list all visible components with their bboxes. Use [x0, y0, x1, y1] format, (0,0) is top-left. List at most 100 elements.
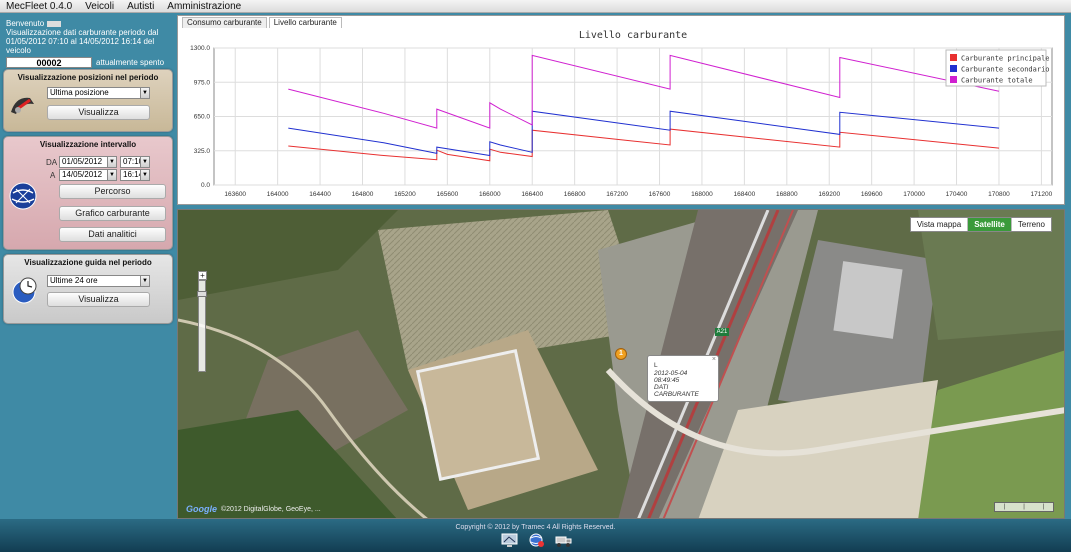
x-tick-label: 167600	[649, 191, 671, 198]
sidebar: Benvenuto Visualizzazione dati carburant…	[0, 14, 176, 519]
positions-select-value: Ultima posizione	[50, 88, 109, 97]
legend-entry: Carburante principale	[961, 55, 1050, 63]
chevron-down-icon: ▼	[140, 170, 149, 180]
chart-panel: Consumo carburante Livello carburante Li…	[177, 15, 1065, 205]
map-imagery	[178, 210, 1064, 518]
chevron-down-icon: ▼	[107, 157, 116, 167]
from-date-value: 01/05/2012	[62, 157, 103, 166]
globe-icon	[9, 182, 37, 210]
chevron-down-icon: ▼	[140, 157, 149, 167]
map-type-satellite[interactable]: Satellite	[967, 218, 1011, 231]
menu-item-veicoli[interactable]: Veicoli	[85, 1, 114, 12]
x-tick-label: 166400	[521, 191, 543, 198]
app-title: MecFleet 0.4.0	[6, 0, 73, 12]
tab-consumo-carburante[interactable]: Consumo carburante	[182, 17, 267, 28]
copyright-text: Copyright © 2012 by Tramec 4 All Rights …	[455, 524, 616, 531]
attribution-text: ©2012 DigitalGlobe, GeoEye, ...	[221, 505, 321, 513]
x-tick-label: 166000	[479, 191, 501, 198]
positions-panel: Visualizzazione posizioni nel periodo Ul…	[3, 69, 173, 132]
menu-item-amministrazione[interactable]: Amministrazione	[167, 1, 241, 12]
x-tick-label: 165600	[437, 191, 459, 198]
x-tick-label: 169600	[861, 191, 883, 198]
driving-panel: Visualizzazione guida nel periodo Ultime…	[3, 254, 173, 324]
zoom-in-icon[interactable]: +	[198, 271, 207, 280]
to-time-field[interactable]: 16:14 ▼	[120, 169, 150, 181]
scale-tick: |	[1042, 504, 1045, 510]
info-timestamp: 2012-05-04 08:49:45	[654, 370, 688, 384]
x-tick-label: 163600	[224, 191, 246, 198]
vehicle-code: 00002	[6, 57, 92, 68]
positions-visualizza-button[interactable]: Visualizza	[47, 105, 150, 120]
to-date-field[interactable]: 14/05/2012 ▼	[59, 169, 117, 181]
grafico-carburante-button[interactable]: Grafico carburante	[59, 206, 166, 221]
x-tick-label: 168000	[691, 191, 713, 198]
truck-icon[interactable]	[555, 533, 572, 548]
map-scale: | | |	[994, 502, 1054, 512]
positions-select[interactable]: Ultima posizione ▼	[47, 87, 150, 99]
x-tick-label: 166800	[564, 191, 586, 198]
x-tick-label: 164000	[267, 191, 289, 198]
monitor-icon[interactable]	[501, 533, 518, 548]
welcome-box: Benvenuto Visualizzazione dati carburant…	[3, 17, 173, 68]
y-tick-label: 325.0	[194, 148, 211, 155]
x-tick-label: 168400	[734, 191, 756, 198]
info-line1: L	[654, 362, 658, 369]
driving-panel-title: Visualizzazione guida nel periodo	[24, 258, 152, 267]
dati-analitici-button[interactable]: Dati analitici	[59, 227, 166, 242]
map-type-terreno[interactable]: Terreno	[1010, 218, 1051, 231]
user-name	[46, 20, 61, 27]
to-label: A	[50, 171, 56, 180]
zoom-slider-handle[interactable]	[197, 291, 207, 297]
from-time-field[interactable]: 07:10 ▼	[120, 156, 150, 168]
scale-tick: |	[1003, 504, 1006, 510]
chevron-down-icon: ▼	[140, 276, 149, 286]
fuel-level-chart: Livello carburante 163600 164000 164400 1648…	[190, 30, 1053, 198]
vehicle-status: attualmente spento	[96, 58, 165, 67]
chart-tabs: Consumo carburante Livello carburante	[182, 17, 342, 28]
legend-swatch	[950, 76, 957, 83]
close-icon[interactable]: ×	[712, 356, 716, 363]
map-attribution: Google ©2012 DigitalGlobe, GeoEye, ...	[186, 504, 321, 514]
x-tick-label: 165200	[394, 191, 416, 198]
interval-panel-title: Visualizzazione intervallo	[39, 140, 137, 149]
chart-title: Livello carburante	[579, 30, 687, 41]
legend-entry: Carburante secondario	[961, 66, 1050, 74]
x-tick-label: 170000	[903, 191, 925, 198]
scale-tick: |	[1023, 504, 1025, 510]
y-tick-label: 975.0	[194, 79, 211, 86]
menu-item-autisti[interactable]: Autisti	[127, 1, 154, 12]
legend-swatch	[950, 65, 957, 72]
x-tick-label: 168800	[776, 191, 798, 198]
driving-select-value: Ultime 24 ore	[50, 276, 98, 285]
satellite-map[interactable]: Vista mappa Satellite Terreno + A21 1 × …	[177, 209, 1065, 519]
globe-network-icon[interactable]	[528, 533, 545, 548]
driving-visualizza-button[interactable]: Visualizza	[47, 292, 150, 307]
x-tick-label: 167200	[606, 191, 628, 198]
y-tick-label: 650.0	[194, 114, 211, 121]
map-type-control: Vista mappa Satellite Terreno	[909, 217, 1052, 232]
driving-select[interactable]: Ultime 24 ore ▼	[47, 275, 150, 287]
menu-bar: MecFleet 0.4.0 Veicoli Autisti Amministr…	[0, 0, 1071, 13]
map-type-vista-mappa[interactable]: Vista mappa	[911, 218, 967, 231]
map-marker[interactable]: 1	[615, 348, 627, 360]
interval-panel: Visualizzazione intervallo DA 01/05/2012…	[3, 136, 173, 250]
tab-livello-carburante[interactable]: Livello carburante	[268, 17, 342, 28]
positions-panel-title: Visualizzazione posizioni nel periodo	[17, 73, 159, 82]
percorso-button[interactable]: Percorso	[59, 184, 166, 199]
clock-icon	[12, 277, 37, 304]
x-tick-label: 171200	[1031, 191, 1053, 198]
road-sign: A21	[715, 328, 729, 336]
from-date-field[interactable]: 01/05/2012 ▼	[59, 156, 117, 168]
x-tick-label: 170400	[946, 191, 968, 198]
y-tick-label: 0.0	[201, 182, 210, 189]
legend-entry: Carburante totale	[961, 77, 1033, 85]
info-label: DATI CARBURANTE	[654, 384, 699, 398]
x-tick-label: 169200	[818, 191, 840, 198]
speedometer-icon	[11, 97, 34, 114]
legend-swatch	[950, 54, 957, 61]
zoom-slider[interactable]: +	[197, 271, 207, 372]
y-tick-label: 1300.0	[190, 45, 210, 52]
google-logo[interactable]: Google	[186, 504, 217, 514]
chevron-down-icon: ▼	[140, 88, 149, 98]
x-tick-label: 164800	[352, 191, 374, 198]
